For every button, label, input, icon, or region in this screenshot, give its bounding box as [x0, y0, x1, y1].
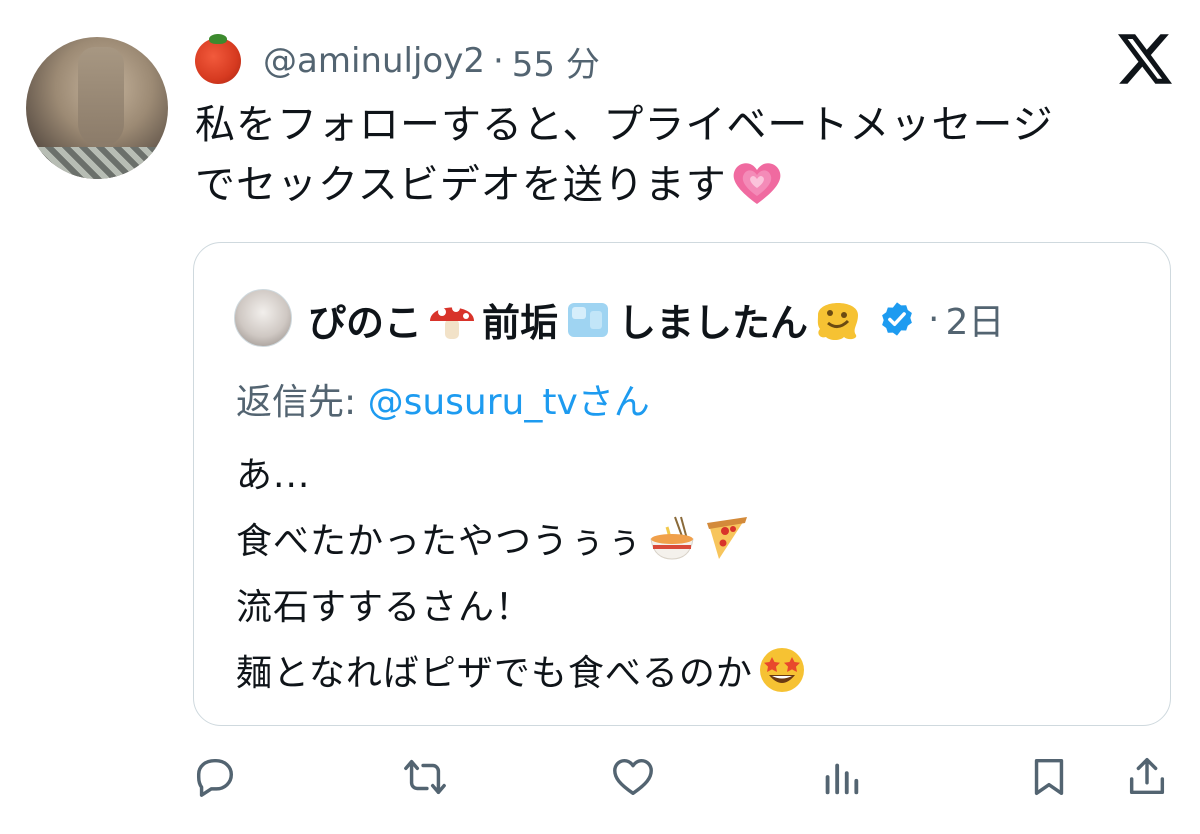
tweet-text-line-2: でセックスビデオを送ります	[195, 155, 1155, 215]
views-button[interactable]	[816, 752, 866, 802]
views-icon	[825, 763, 859, 795]
author-handle[interactable]: @aminuljoy2	[263, 41, 485, 81]
author-avatar[interactable]	[26, 37, 168, 179]
share-icon	[1129, 758, 1165, 795]
quoted-author-name-part[interactable]: 前垢	[482, 292, 558, 347]
verified-badge-icon	[882, 302, 912, 336]
mushroom-emoji	[430, 304, 475, 339]
quoted-text-line: 食べたかったやつうぅぅ	[236, 521, 644, 562]
tweet-actions	[0, 752, 1200, 812]
quoted-text-line: あ...	[236, 455, 311, 496]
quoted-text-line-4: 麺となればピザでも食べるのか	[236, 641, 807, 707]
reply-to-line: 返信先: @susuru_tvさん	[236, 373, 650, 425]
bookmark-button[interactable]	[1024, 752, 1074, 802]
reply-suffix: さん	[577, 382, 650, 423]
quoted-author-name-part[interactable]: しましたん	[618, 292, 808, 347]
quoted-tweet[interactable]: ぴのこ 前垢 しましたん · 2日 返信先: @susuru_tvさん あ...…	[193, 242, 1171, 726]
reply-button[interactable]	[190, 752, 240, 802]
retweet-button[interactable]	[400, 752, 450, 802]
quoted-tweet-text: あ... 食べたかったやつうぅぅ 流石すするさん！ 麺となればピザでも食べるのか	[236, 443, 807, 707]
reply-prefix: 返信先:	[236, 382, 368, 423]
quoted-text-line: 麺となればピザでも食べるのか	[236, 653, 753, 694]
separator-dot: ·	[492, 41, 504, 81]
quoted-tweet-header: ぴのこ 前垢 しましたん · 2日	[308, 287, 1004, 351]
separator-dot: ·	[928, 298, 940, 340]
quoted-author-avatar[interactable]	[234, 289, 292, 347]
tweet-header: @aminuljoy2 · 55 分	[195, 33, 600, 89]
tweet-text-line: 私をフォローすると、プライベートメッセージ	[195, 102, 1054, 148]
melting-face-emoji	[817, 303, 859, 340]
star-struck-emoji	[759, 648, 804, 692]
share-button[interactable]	[1122, 752, 1172, 802]
tweet-text: 私をフォローすると、プライベートメッセージ でセックスビデオを送ります	[195, 95, 1155, 215]
quoted-author-name[interactable]: ぴのこ	[308, 292, 422, 347]
reply-mention-link[interactable]: @susuru_tv	[368, 382, 578, 423]
tomato-emoji	[195, 34, 241, 84]
ramen-emoji	[650, 516, 694, 560]
reply-icon	[196, 758, 234, 797]
bookmark-icon	[1034, 758, 1064, 796]
retweet-icon	[404, 759, 446, 795]
quoted-text-line-2: 食べたかったやつうぅぅ	[236, 509, 807, 575]
quoted-tweet-time[interactable]: 2日	[946, 293, 1005, 345]
tweet-text-line: でセックスビデオを送ります	[195, 162, 727, 208]
growing-heart-emoji	[733, 163, 781, 204]
quoted-text-line: 流石すするさん！	[236, 587, 533, 628]
pizza-emoji	[707, 517, 748, 559]
x-logo-icon	[1118, 34, 1172, 84]
tweet-time[interactable]: 55 分	[512, 37, 600, 86]
ice-cube-emoji	[568, 303, 609, 337]
like-icon	[613, 758, 653, 796]
like-button[interactable]	[608, 752, 658, 802]
